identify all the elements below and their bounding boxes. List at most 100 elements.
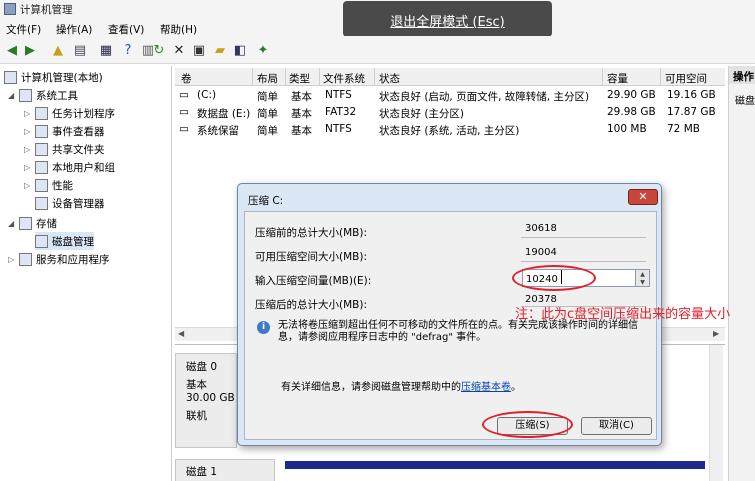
volume-list-header: 卷 布局 类型 文件系统 状态 容量 可用空间 bbox=[175, 68, 725, 86]
volume-icon: ▭ bbox=[179, 123, 189, 135]
cell-capacity: 100 MB bbox=[607, 123, 647, 135]
tree-item-computer-management[interactable]: 计算机管理(本地) bbox=[4, 68, 103, 86]
tree-item-device-manager[interactable]: 设备管理器 bbox=[35, 194, 105, 212]
cell-type: 基本 bbox=[291, 108, 312, 120]
annotation-circle-input bbox=[512, 265, 596, 291]
tree-item-storage[interactable]: ◢ 存储 bbox=[8, 214, 57, 232]
tree-item-services-apps[interactable]: ▷ 服务和应用程序 bbox=[8, 250, 110, 268]
volume-icon: ▭ bbox=[179, 106, 189, 118]
window-title: 计算机管理 bbox=[20, 4, 73, 16]
help-line: 有关详细信息，请参阅磁盘管理帮助中的压缩基本卷。 bbox=[281, 378, 521, 393]
scroll-left-icon[interactable]: ◀ bbox=[178, 329, 184, 338]
menu-help[interactable]: 帮助(H) bbox=[160, 22, 197, 37]
up-folder-icon[interactable]: ▲ bbox=[50, 42, 66, 58]
disk-1-partition-bar[interactable] bbox=[285, 461, 705, 469]
expand-icon[interactable]: ▷ bbox=[24, 127, 32, 136]
delete-icon[interactable]: ✕ bbox=[171, 42, 187, 58]
show-hide-tree-icon[interactable]: ▤ bbox=[72, 42, 88, 58]
disk-1-name: 磁盘 1 bbox=[186, 466, 218, 478]
collapse-icon[interactable]: ◢ bbox=[8, 219, 16, 228]
shrink-basic-volume-link[interactable]: 压缩基本卷 bbox=[461, 382, 511, 393]
cell-status: 状态良好 (启动, 页面文件, 故障转储, 主分区) bbox=[379, 91, 590, 103]
cell-filesystem: FAT32 bbox=[325, 106, 357, 118]
annotation-note: 注：此为c盘空间压缩出来的容量大小 bbox=[515, 307, 731, 322]
expand-icon[interactable]: ▷ bbox=[24, 109, 32, 118]
cell-capacity: 29.98 GB bbox=[607, 106, 656, 118]
tree-item-local-users[interactable]: ▷ 本地用户和组 bbox=[24, 158, 115, 176]
device-manager-icon bbox=[35, 196, 48, 210]
help-icon[interactable]: ? bbox=[120, 42, 136, 58]
forward-icon[interactable]: ▶ bbox=[22, 42, 38, 58]
cell-status: 状态良好 (主分区) bbox=[379, 108, 465, 120]
dialog-body: 压缩前的总计大小(MB): 30618 可用压缩空间大小(MB): 19004 … bbox=[244, 211, 657, 440]
tree-item-performance[interactable]: ▷ 性能 bbox=[24, 176, 73, 194]
column-header-filesystem[interactable]: 文件系统 bbox=[323, 71, 365, 86]
disk-icon[interactable]: ◧ bbox=[232, 42, 248, 58]
disk-0-size: 30.00 GB bbox=[186, 392, 235, 404]
properties-icon[interactable]: ▦ bbox=[98, 42, 114, 58]
expand-icon[interactable]: ▷ bbox=[24, 163, 32, 172]
disk-1-label[interactable]: 磁盘 1 bbox=[175, 459, 275, 481]
export-icon[interactable]: ▣ bbox=[191, 42, 207, 58]
cell-status: 状态良好 (系统, 活动, 主分区) bbox=[379, 125, 520, 137]
disk-management-icon bbox=[35, 234, 48, 248]
vertical-scrollbar[interactable] bbox=[709, 345, 723, 481]
shrink-amount-spinner[interactable]: ▲ ▼ bbox=[636, 269, 650, 287]
cell-volume: 系统保留 bbox=[197, 125, 239, 137]
column-header-layout[interactable]: 布局 bbox=[257, 71, 278, 86]
tree-item-system-tools[interactable]: ◢ 系统工具 bbox=[8, 86, 78, 104]
cancel-button[interactable]: 取消(C) bbox=[581, 417, 652, 435]
column-header-status[interactable]: 状态 bbox=[379, 71, 400, 86]
column-header-capacity[interactable]: 容量 bbox=[607, 71, 628, 86]
column-header-volume[interactable]: 卷 bbox=[181, 71, 192, 86]
refresh-icon[interactable]: ↻ bbox=[151, 42, 167, 58]
fullscreen-overlay: 退出全屏模式 (Esc) bbox=[343, 1, 552, 37]
expand-icon[interactable]: ▷ bbox=[24, 181, 32, 190]
settings-icon[interactable]: ✦ bbox=[255, 42, 271, 58]
performance-icon bbox=[35, 178, 48, 192]
tree-item-label: 存储 bbox=[36, 217, 57, 230]
open-icon[interactable]: ▰ bbox=[212, 42, 228, 58]
back-icon[interactable]: ◀ bbox=[4, 42, 20, 58]
tree-item-label: 服务和应用程序 bbox=[36, 253, 110, 266]
spin-down-icon[interactable]: ▼ bbox=[636, 278, 649, 287]
expand-icon[interactable]: ▷ bbox=[24, 145, 32, 154]
column-header-type[interactable]: 类型 bbox=[289, 71, 310, 86]
tree-item-label: 性能 bbox=[52, 179, 73, 192]
close-button[interactable]: ✕ bbox=[628, 189, 658, 205]
shrink-amount-label: 输入压缩空间量(MB)(E): bbox=[255, 275, 372, 287]
collapse-icon[interactable]: ◢ bbox=[8, 91, 16, 100]
cell-free-space: 72 MB bbox=[667, 123, 700, 135]
total-after-value: 20378 bbox=[525, 294, 557, 305]
services-icon bbox=[19, 252, 32, 266]
disk-0-name: 磁盘 0 bbox=[186, 361, 218, 373]
disk-0-type: 基本 bbox=[186, 379, 207, 391]
column-header-free-space[interactable]: 可用空间 bbox=[665, 71, 707, 86]
cell-free-space: 19.16 GB bbox=[667, 89, 716, 101]
table-row[interactable]: ▭ 数据盘 (E:) 简单 基本 FAT32 状态良好 (主分区) 29.98 … bbox=[175, 104, 725, 121]
annotation-circle-shrink-button bbox=[482, 411, 573, 438]
cell-layout: 简单 bbox=[257, 91, 278, 103]
exit-fullscreen-link[interactable]: 退出全屏模式 (Esc) bbox=[343, 11, 552, 30]
scroll-right-icon[interactable]: ▶ bbox=[713, 329, 719, 338]
menu-file[interactable]: 文件(F) bbox=[6, 22, 41, 37]
available-space-value: 19004 bbox=[525, 247, 557, 258]
tree-item-disk-management[interactable]: 磁盘管理 bbox=[35, 232, 94, 250]
tree-item-shared-folders[interactable]: ▷ 共享文件夹 bbox=[24, 140, 105, 158]
storage-icon bbox=[19, 216, 32, 230]
table-row[interactable]: ▭ 系统保留 简单 基本 NTFS 状态良好 (系统, 活动, 主分区) 100… bbox=[175, 121, 725, 138]
tree-item-event-viewer[interactable]: ▷ 事件查看器 bbox=[24, 122, 105, 140]
expand-icon[interactable]: ▷ bbox=[8, 255, 16, 264]
cell-layout: 简单 bbox=[257, 108, 278, 120]
menu-view[interactable]: 查看(V) bbox=[108, 22, 144, 37]
menu-action[interactable]: 操作(A) bbox=[56, 22, 92, 37]
tree-item-task-scheduler[interactable]: ▷ 任务计划程序 bbox=[24, 104, 115, 122]
tree-item-label: 系统工具 bbox=[36, 89, 78, 102]
table-row[interactable]: ▭ (C:) 简单 基本 NTFS 状态良好 (启动, 页面文件, 故障转储, … bbox=[175, 87, 725, 104]
disk-0-label[interactable]: 磁盘 0 基本 30.00 GB 联机 bbox=[175, 353, 237, 448]
actions-item-disk[interactable]: 磁盘 bbox=[735, 92, 755, 107]
dialog-title: 压缩 C: bbox=[248, 195, 284, 207]
toolbar: ◀ ▶ ▲ ▤ ▦ ? ▥ ↻ ✕ ▣ ▰ ◧ ✦ bbox=[0, 36, 755, 64]
tree-item-label: 计算机管理(本地) bbox=[21, 71, 103, 84]
actions-pane: 操作 磁盘 bbox=[728, 66, 755, 481]
